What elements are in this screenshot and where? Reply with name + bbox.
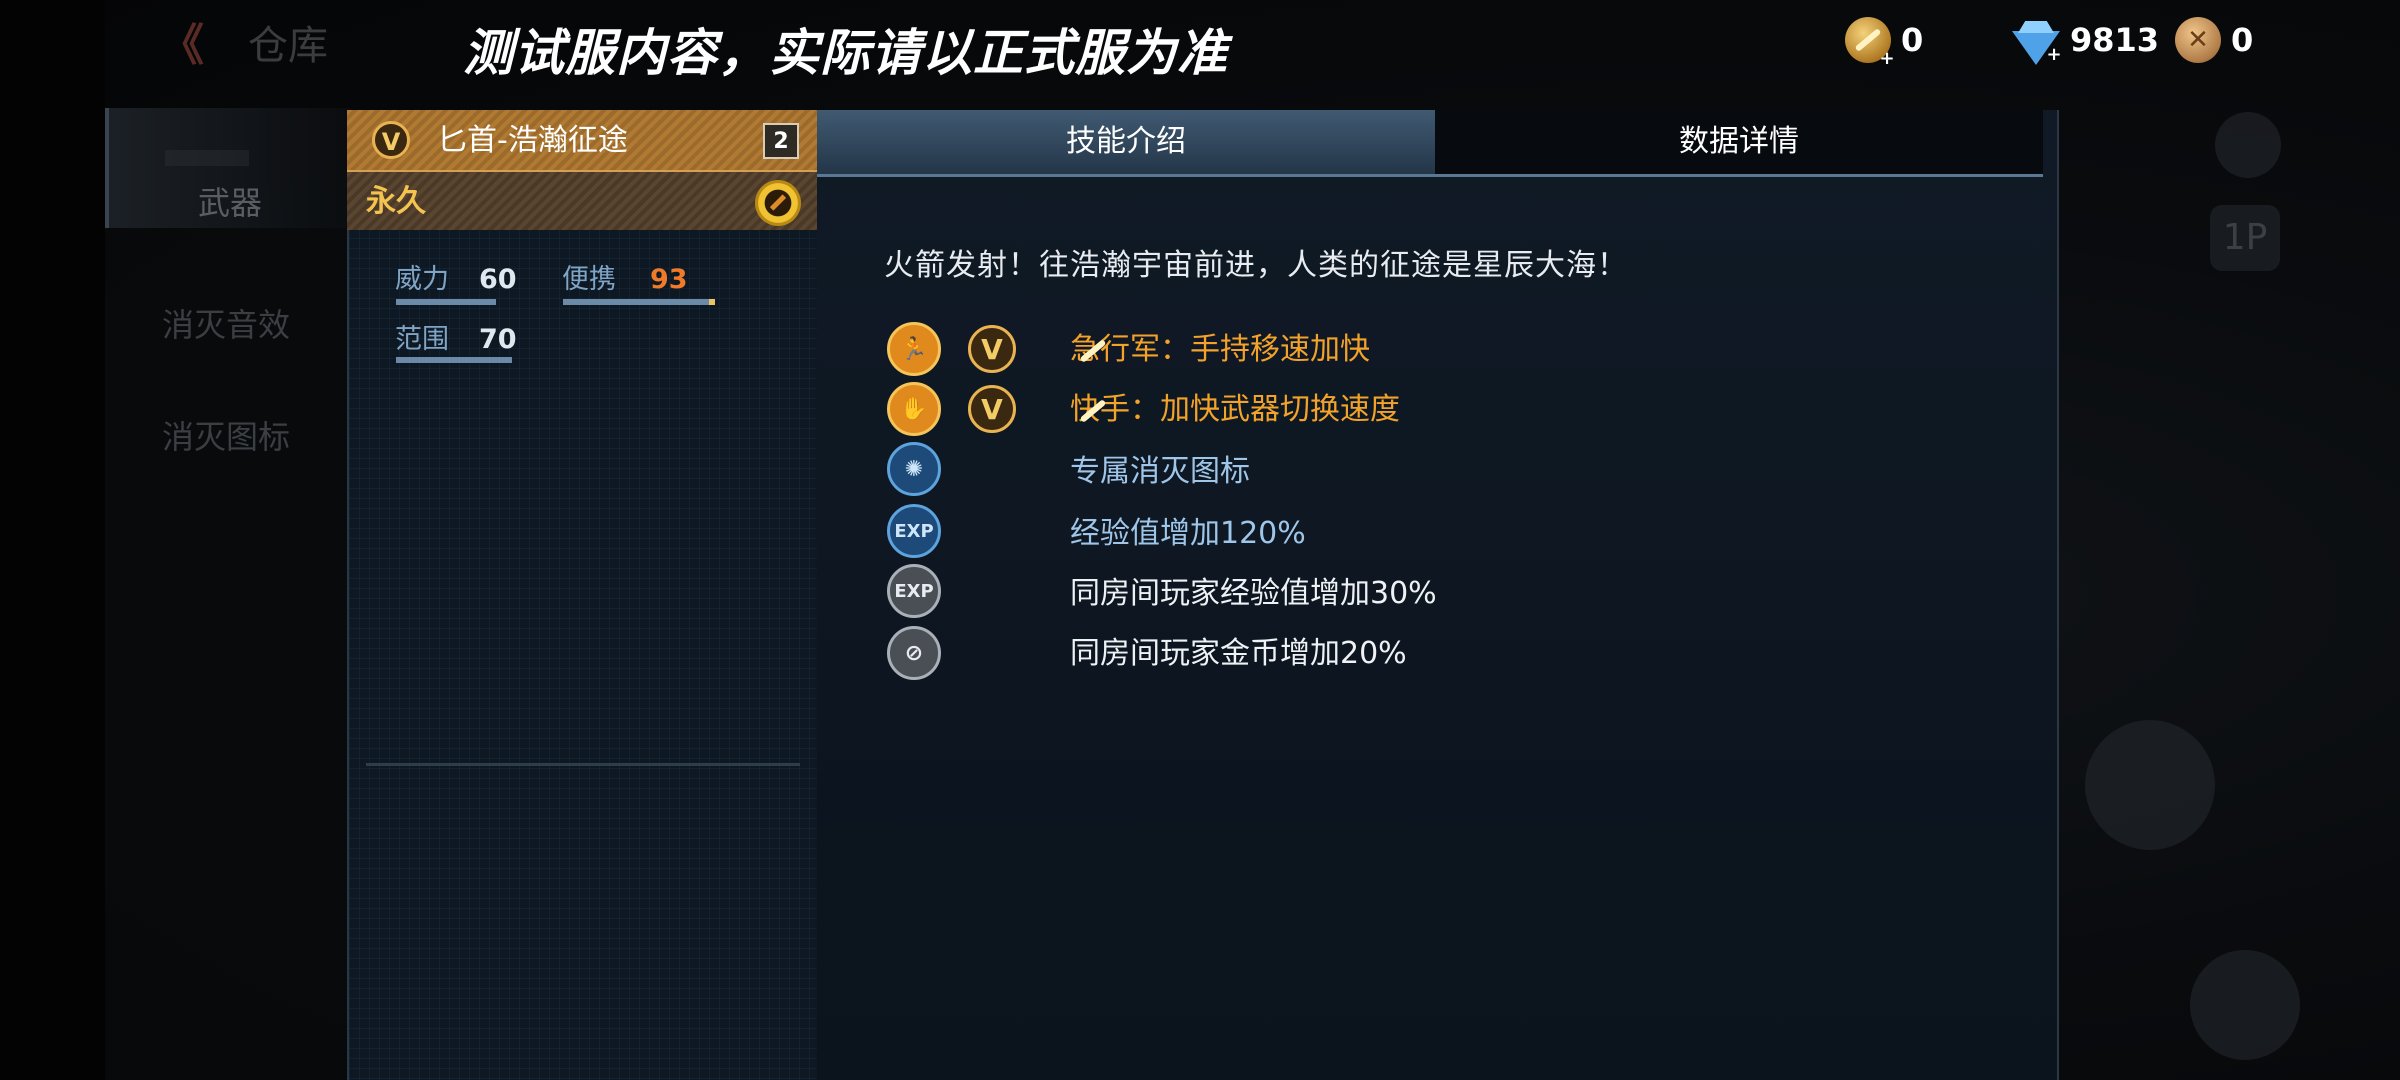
stat-value: 70 xyxy=(479,324,517,355)
sprint-icon: 🏃 xyxy=(887,322,941,376)
perk-text: 专属消灭图标 xyxy=(1070,454,1250,489)
diamond-value: 9813 xyxy=(2070,21,2160,59)
v-tier-icon: V xyxy=(968,325,1016,373)
stat-bar-range xyxy=(396,357,512,363)
item-panel-divider xyxy=(366,763,800,766)
kill-icon-badge: ✺ xyxy=(887,442,941,496)
back-button[interactable]: 《 xyxy=(160,22,220,70)
perk-text: 经验值增加120% xyxy=(1070,516,1306,551)
stat-label: 便携 xyxy=(562,264,616,295)
sidebar-item-kill-icon[interactable]: 消灭图标 xyxy=(105,412,347,462)
stat-bar-tip xyxy=(709,299,715,305)
v-tier-icon: V xyxy=(372,121,410,159)
room-coin-icon: ⊘ xyxy=(887,626,941,680)
gold-value: 0 xyxy=(1901,21,1924,59)
gold-currency[interactable]: + 0 xyxy=(1845,16,1924,68)
perk-text: 同房间玩家金币增加20% xyxy=(1070,636,1407,671)
diamond-icon: + xyxy=(2012,17,2062,65)
stat-power: 威力 60 xyxy=(395,262,517,298)
medal-value: 0 xyxy=(2231,21,2254,59)
page-title: 仓库 xyxy=(248,23,328,69)
perk-text: 急行军：手持移速加快 xyxy=(1070,328,1370,372)
room-exp-icon: EXP xyxy=(887,564,941,618)
stat-value: 93 xyxy=(650,264,688,295)
stat-label: 范围 xyxy=(395,324,449,355)
sidebar-item-weapons[interactable]: 武器 xyxy=(105,108,351,228)
stat-label: 威力 xyxy=(395,264,449,295)
sidebar-item-label: 武器 xyxy=(197,184,262,222)
stat-portability: 便携 93 xyxy=(562,262,688,298)
medal-icon xyxy=(2175,17,2221,63)
quick-hand-icon: ✋ xyxy=(887,382,941,436)
sidebar-item-label: 消灭图标 xyxy=(161,418,290,456)
tab-underline xyxy=(817,174,2043,177)
item-duration: 永久 xyxy=(366,184,426,219)
sidebar-item-label: 消灭音效 xyxy=(161,306,290,344)
perk-text: 同房间玩家经验值增加30% xyxy=(1070,576,1437,611)
v-tier-icon: V xyxy=(968,385,1016,433)
reload-button[interactable] xyxy=(2085,720,2215,850)
diamond-currency[interactable]: + 9813 xyxy=(2012,16,2160,65)
view-1p-button[interactable]: 1P xyxy=(2210,205,2280,271)
tab-data-details[interactable]: 数据详情 xyxy=(1435,110,2043,174)
aim-button[interactable] xyxy=(2190,950,2300,1060)
item-name: 匕首-浩瀚征途 xyxy=(437,123,628,158)
stat-value: 60 xyxy=(479,264,517,295)
exp-icon: EXP xyxy=(887,504,941,558)
item-level-badge: 2 xyxy=(763,123,799,159)
gold-coin-icon xyxy=(755,180,801,226)
stat-bar-power xyxy=(396,299,496,305)
medal-currency[interactable]: 0 xyxy=(2175,16,2253,64)
stat-range: 范围 70 xyxy=(395,322,517,358)
gold-coin-icon: + xyxy=(1845,17,1895,68)
sidebar-item-kill-sound[interactable]: 消灭音效 xyxy=(105,300,347,350)
settings-round-button[interactable] xyxy=(2215,112,2281,178)
stat-bar-portability xyxy=(563,299,711,305)
perk-text: 快手：加快武器切换速度 xyxy=(1070,388,1400,432)
item-description: 火箭发射！往浩瀚宇宙前进，人类的征途是星辰大海！ xyxy=(884,248,1628,283)
tab-skill-intro[interactable]: 技能介绍 xyxy=(817,110,1435,174)
test-server-notice: 测试服内容，实际请以正式服为准 xyxy=(463,24,1228,82)
category-sidebar xyxy=(105,108,347,1080)
